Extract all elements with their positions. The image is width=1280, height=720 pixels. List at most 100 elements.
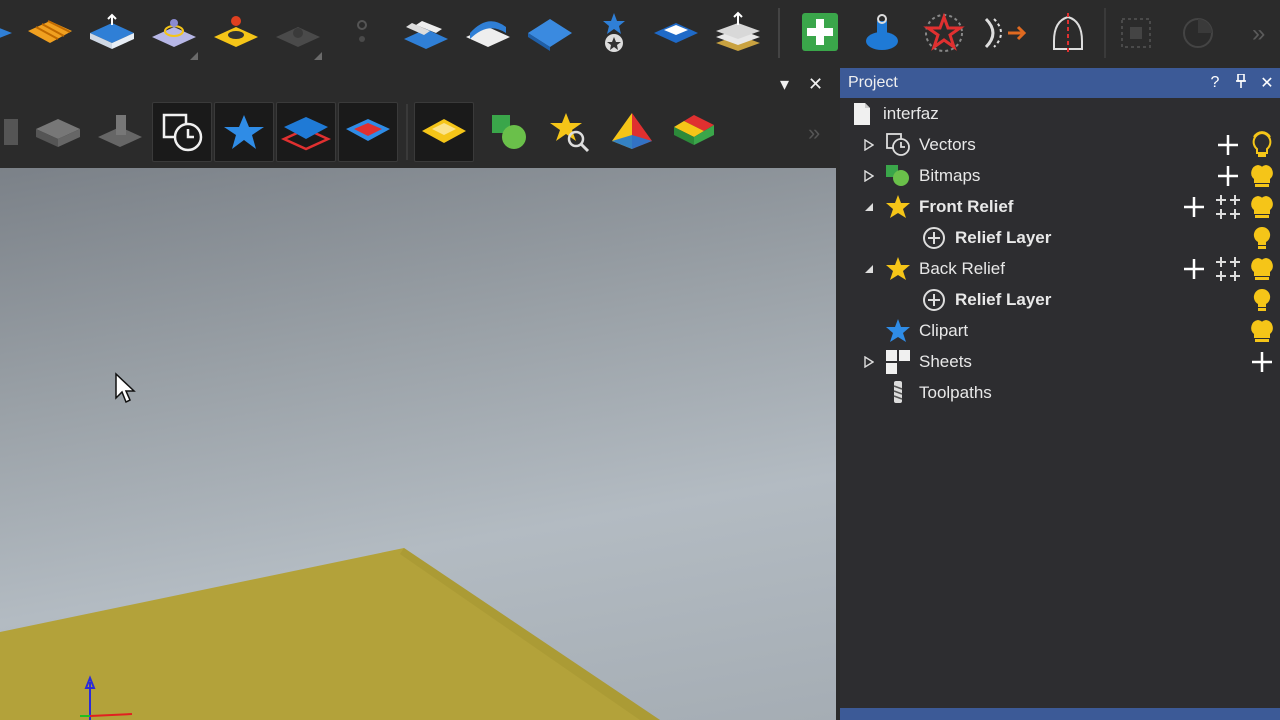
mouse-cursor-icon (115, 372, 136, 404)
project-panel-header: Project ? ✕ (840, 68, 1280, 98)
star-search-icon[interactable] (540, 102, 600, 162)
lightbulb-icon[interactable] (1248, 286, 1276, 314)
star-screw-icon[interactable] (586, 4, 642, 62)
lightbulb-outline-icon[interactable] (1248, 130, 1276, 159)
yellow-plane-button[interactable] (414, 102, 474, 162)
blue-star-icon (884, 317, 912, 345)
pyramid-icon[interactable] (602, 102, 662, 162)
tree-item-front-relief[interactable]: Front Relief (840, 191, 1280, 222)
drill-bit-icon (884, 379, 912, 407)
lightbulb-icon[interactable] (1248, 224, 1276, 252)
second-toolbar-overflow[interactable]: » (808, 120, 820, 146)
add-icon[interactable] (1180, 255, 1208, 283)
bitmaps-panel-header-partial[interactable] (840, 708, 1280, 720)
multi-add-icon[interactable] (1214, 255, 1242, 283)
tree-item-label: Sheets (919, 351, 972, 371)
striped-relief-icon[interactable] (22, 4, 78, 62)
red-blue-layer-button[interactable] (338, 102, 398, 162)
top-toolbar: » (0, 0, 1280, 68)
tree-item-bitmaps[interactable]: Bitmaps (840, 160, 1280, 191)
lightbulb-double-icon[interactable] (1248, 255, 1276, 283)
project-panel: Project ? ✕ interfaz Vectors Bitmaps Fro… (840, 68, 1280, 720)
lightbulb-double-icon[interactable] (1248, 317, 1276, 345)
sweep-relief-icon[interactable] (460, 4, 516, 62)
vector-clock-icon (884, 131, 912, 159)
toolbar-separator (1104, 8, 1106, 58)
add-green-icon[interactable] (792, 4, 848, 62)
close-panel-button[interactable]: ✕ (1254, 73, 1280, 93)
toolbar-separator (778, 8, 780, 58)
disabled-dome-icon (270, 4, 326, 62)
bitmap-shapes-icon[interactable] (478, 102, 538, 162)
blue-bottle-icon[interactable] (854, 4, 910, 62)
expand-arrow-icon[interactable] (862, 355, 876, 369)
disabled-small-icon (334, 4, 390, 62)
tree-item-label: Back Relief (919, 258, 1005, 278)
disabled-circle-icon (1170, 4, 1226, 62)
second-toolbar: ▾ ✕ » (0, 68, 836, 168)
tree-item-sheets[interactable]: Sheets (840, 346, 1280, 377)
lightbulb-double-icon[interactable] (1248, 162, 1276, 190)
relief-plane (0, 372, 660, 720)
stack-layers-icon[interactable] (710, 4, 766, 62)
circle-plus-icon (920, 286, 948, 314)
chain-relief-icon[interactable] (398, 4, 454, 62)
sheets-icon (884, 348, 912, 376)
blue-red-layer-button[interactable] (276, 102, 336, 162)
document-icon (848, 100, 876, 128)
gray-block-icon[interactable] (28, 102, 88, 162)
add-icon[interactable] (1214, 131, 1242, 159)
circle-plus-icon (920, 224, 948, 252)
tree-item-label: Front Relief (919, 196, 1014, 216)
tree-root-label: interfaz (883, 103, 939, 123)
toolbar-separator (406, 104, 408, 160)
yellow-dome-icon[interactable] (208, 4, 264, 62)
top-toolbar-overflow[interactable]: » (1252, 20, 1265, 48)
flat-plane-icon[interactable] (648, 4, 704, 62)
app-window: » ▾ ✕ » Project ? ✕ interfaz Vectors Bit… (0, 0, 1280, 720)
expand-arrow-icon[interactable] (862, 169, 876, 183)
tree-item-label: Bitmaps (919, 165, 981, 185)
tree-root[interactable]: interfaz (840, 98, 1280, 129)
tree-item-vectors[interactable]: Vectors (840, 129, 1280, 160)
project-panel-title: Project (848, 74, 898, 91)
3d-viewport[interactable] (0, 168, 836, 720)
toolbar-close-button[interactable]: ✕ (808, 74, 828, 94)
bitmap-icon (884, 162, 912, 190)
merge-arrow-icon[interactable] (978, 4, 1034, 62)
mirror-shape-icon[interactable] (1040, 4, 1096, 62)
tree-item-label: Vectors (919, 134, 976, 154)
vectors-clock-button[interactable] (152, 102, 212, 162)
collapse-arrow-icon[interactable] (862, 200, 876, 214)
raise-blue-icon[interactable] (84, 4, 140, 62)
lightbulb-double-icon[interactable] (1248, 193, 1276, 221)
tree-item-label: Clipart (919, 320, 969, 340)
tree-item-clipart[interactable]: Clipart (840, 315, 1280, 346)
tree-item-relief-layer[interactable]: Relief Layer (840, 222, 1280, 253)
pin-button[interactable] (1228, 72, 1254, 93)
tree-item-label: Relief Layer (955, 289, 1052, 309)
gray-bracket-icon[interactable] (90, 102, 150, 162)
expand-arrow-icon[interactable] (862, 138, 876, 152)
tree-item-label: Toolpaths (919, 382, 992, 402)
cut-blue-icon[interactable] (0, 4, 20, 62)
star-icon (884, 193, 912, 221)
add-icon[interactable] (1180, 193, 1208, 221)
collapse-arrow-icon[interactable] (862, 262, 876, 276)
sculpt-ring-icon[interactable] (146, 4, 202, 62)
tree-item-back-relief[interactable]: Back Relief (840, 253, 1280, 284)
tree-item-relief-layer[interactable]: Relief Layer (840, 284, 1280, 315)
disabled-square-icon (1108, 4, 1164, 62)
blue-star-button[interactable] (214, 102, 274, 162)
add-icon[interactable] (1248, 348, 1276, 376)
tree-item-toolpaths[interactable]: Toolpaths (840, 377, 1280, 408)
colored-layers-icon[interactable] (664, 102, 724, 162)
red-star-outline-icon[interactable] (916, 4, 972, 62)
help-button[interactable]: ? (1202, 74, 1228, 92)
add-icon[interactable] (1214, 162, 1242, 190)
toolbar-menu-arrow[interactable]: ▾ (780, 74, 800, 94)
star-icon (884, 255, 912, 283)
multi-add-icon[interactable] (1214, 193, 1242, 221)
blue-wedge-icon[interactable] (522, 4, 578, 62)
tree-item-label: Relief Layer (955, 227, 1052, 247)
